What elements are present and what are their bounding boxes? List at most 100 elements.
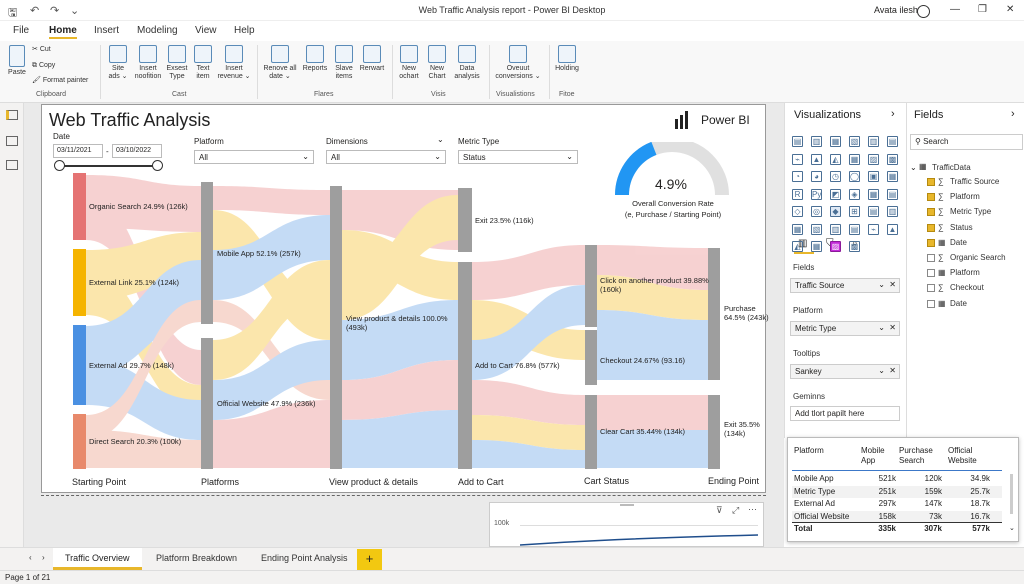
chevron-down-icon[interactable]: ⌄ <box>878 323 885 332</box>
visual-type-icon[interactable]: ▩ <box>887 153 898 165</box>
visual-type-icon[interactable]: ▩ <box>849 241 860 252</box>
field-name[interactable]: Status <box>950 223 973 232</box>
visual-type-icon[interactable]: ◩ <box>830 188 841 200</box>
sankey-node-direct[interactable] <box>73 414 86 469</box>
sankey-node-mobile[interactable] <box>201 182 213 324</box>
visual-type-icon[interactable]: ▥ <box>811 136 822 147</box>
field-name[interactable]: Traffic Source <box>950 177 999 186</box>
visual-type-icon[interactable]: ▦ <box>811 241 822 252</box>
visual-type-icon[interactable]: ⊞ <box>849 206 860 217</box>
visual-type-icon[interactable]: ▤ <box>849 223 860 235</box>
visual-type-icon[interactable]: ◭ <box>830 153 841 165</box>
field-checkbox[interactable] <box>927 299 935 308</box>
column-header[interactable]: Purchase Search <box>899 446 939 466</box>
visual-type-icon[interactable]: ▦ <box>868 188 879 200</box>
table-name[interactable]: TrafficData <box>932 163 971 172</box>
visual-type-icon[interactable]: ▥ <box>830 223 841 235</box>
sankey-node-official[interactable] <box>201 338 213 469</box>
visual-type-icon[interactable]: ▲ <box>887 223 898 235</box>
visual-type-icon[interactable]: ◔ <box>792 171 803 182</box>
field-name[interactable]: Platform <box>950 268 980 277</box>
field-name[interactable]: Checkout <box>950 283 984 292</box>
visual-type-icon[interactable]: ▧ <box>849 136 860 147</box>
column-header[interactable]: Official Website <box>948 446 988 466</box>
field-name[interactable]: Date <box>950 299 967 308</box>
tab-traffic-overview-label[interactable]: Traffic Overview <box>65 553 130 563</box>
visual-type-icon[interactable]: ▦ <box>887 171 898 182</box>
sankey-node-external-ad[interactable] <box>73 325 86 405</box>
visual-type-icon[interactable]: Py <box>811 188 822 200</box>
scrollbar[interactable] <box>1010 474 1013 514</box>
visual-type-icon[interactable]: ◕ <box>811 171 822 182</box>
fields-well[interactable]: Traffic Source ⌄ ✕ <box>790 278 900 293</box>
visual-type-icon[interactable]: ▥ <box>887 206 898 217</box>
field-checkbox[interactable] <box>927 178 935 186</box>
chevron-down-icon[interactable]: ⌄ <box>878 366 885 375</box>
drillthrough-well[interactable]: Add tlort papilt here <box>790 406 900 421</box>
scroll-down-icon[interactable]: ⌄ <box>1009 524 1015 532</box>
field-checkbox[interactable] <box>927 208 935 217</box>
data-table-visual[interactable]: Platform Mobile App Purchase Search Offi… <box>787 437 1019 542</box>
sankey-node-exit1[interactable] <box>458 188 472 252</box>
tab-platform-breakdown[interactable]: Platform Breakdown <box>156 553 237 563</box>
visual-type-icon[interactable]: ⌁ <box>868 223 879 235</box>
field-name[interactable]: Date <box>950 238 967 247</box>
visual-type-icon[interactable]: ▨ <box>868 153 879 165</box>
next-page-icon[interactable]: › <box>42 553 45 562</box>
visual-type-icon[interactable]: R <box>792 188 803 200</box>
sankey-node-purchase[interactable] <box>708 248 720 380</box>
visual-type-icon[interactable]: ▦ <box>849 153 860 165</box>
remove-icon[interactable]: ✕ <box>889 280 896 289</box>
prev-page-icon[interactable]: ‹ <box>29 553 32 562</box>
drag-handle[interactable] <box>620 504 634 506</box>
visual-type-icon[interactable]: ▣ <box>868 171 879 182</box>
visual-type-icon[interactable]: ▧ <box>811 223 822 235</box>
mini-line-chart[interactable]: ⊽ ⤢ ⋯ 100k <box>489 502 764 547</box>
expand-table-icon[interactable]: ⌄ <box>910 163 917 172</box>
visual-type-icon[interactable]: ▨ <box>830 241 841 252</box>
sankey-node-view[interactable] <box>330 186 342 469</box>
visual-type-icon[interactable]: ◇ <box>792 206 803 217</box>
visual-type-icon[interactable]: ◭ <box>792 241 803 252</box>
sankey-chart[interactable] <box>0 0 766 495</box>
sankey-node-organic[interactable] <box>73 173 86 240</box>
collapse-pane-icon[interactable]: › <box>1011 108 1015 120</box>
account-toggle-icon[interactable] <box>917 5 930 18</box>
sankey-node-add-cart[interactable] <box>458 262 472 469</box>
field-name[interactable]: Metric Type <box>950 207 991 216</box>
sankey-node-checkout[interactable] <box>585 330 597 385</box>
tab-ending-point-analysis[interactable]: Ending Point Analysis <box>261 553 348 563</box>
visual-type-icon[interactable]: ◯ <box>849 171 860 182</box>
visual-type-icon[interactable]: ▦ <box>792 223 803 235</box>
sankey-node-exit2[interactable] <box>708 395 720 469</box>
platform-well[interactable]: Metric Type ⌄ ✕ <box>790 321 900 336</box>
add-page-button[interactable]: + <box>357 549 382 570</box>
sankey-node-clear[interactable] <box>585 395 597 469</box>
sankey-node-external-link[interactable] <box>73 249 86 316</box>
visual-type-icon[interactable]: ▤ <box>887 188 898 200</box>
field-checkbox[interactable] <box>927 254 935 262</box>
remove-icon[interactable]: ✕ <box>889 323 896 332</box>
more-options-icon[interactable]: ⋯ <box>748 504 757 515</box>
visual-type-icon[interactable]: ▦ <box>830 136 841 147</box>
restore-icon[interactable]: ❐ <box>978 4 987 15</box>
visual-type-icon[interactable]: ◆ <box>830 206 841 217</box>
visual-type-icon[interactable]: ▥ <box>868 136 879 147</box>
field-checkbox[interactable] <box>927 223 935 232</box>
remove-icon[interactable]: ✕ <box>889 366 896 375</box>
visual-type-icon[interactable]: ▤ <box>887 136 898 147</box>
field-checkbox[interactable] <box>927 269 935 278</box>
field-checkbox[interactable] <box>927 238 935 247</box>
column-header[interactable]: Mobile App <box>861 446 893 466</box>
visual-type-icon[interactable]: ⌁ <box>792 153 803 165</box>
visual-type-icon[interactable]: ◷ <box>830 171 841 182</box>
field-name[interactable]: Platform <box>950 192 980 201</box>
collapse-pane-icon[interactable]: › <box>891 108 895 120</box>
filter-icon[interactable]: ⊽ <box>716 505 723 516</box>
field-name[interactable]: Organic Search <box>950 253 1006 262</box>
field-checkbox[interactable] <box>927 193 935 202</box>
fields-search-box[interactable]: ⚲ Search <box>910 134 1023 150</box>
sankey-node-click[interactable] <box>585 245 597 327</box>
visual-type-icon[interactable]: ▤ <box>792 136 803 147</box>
focus-mode-icon[interactable]: ⤢ <box>732 505 739 516</box>
